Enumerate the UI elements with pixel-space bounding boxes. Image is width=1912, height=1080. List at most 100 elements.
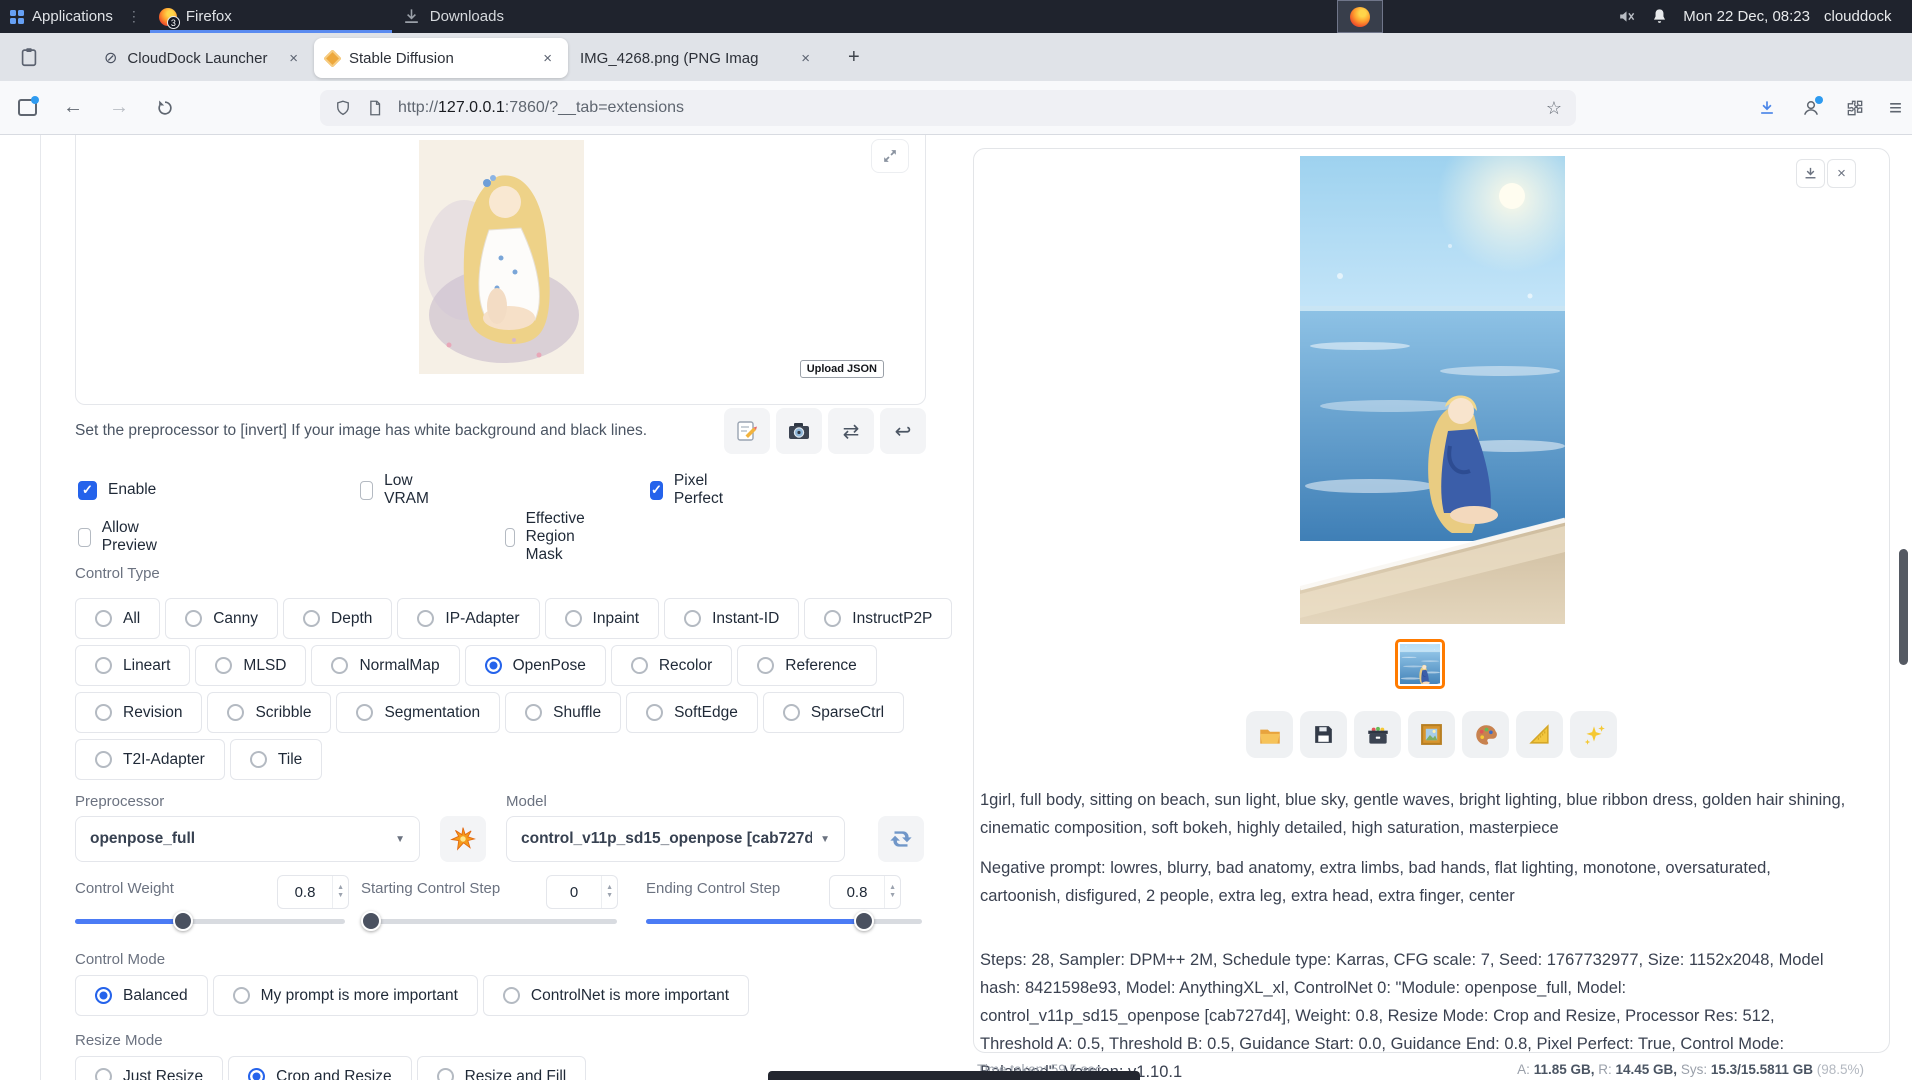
ending-step-slider[interactable] xyxy=(646,919,922,924)
upload-json-button[interactable]: Upload JSON xyxy=(800,360,884,378)
control-type-instant-id[interactable]: Instant-ID xyxy=(664,598,799,639)
control-weight-input[interactable]: 0.8 ▲▼ xyxy=(277,875,349,909)
stepper[interactable]: ▲▼ xyxy=(601,876,617,908)
slider-handle[interactable] xyxy=(361,911,381,931)
send-to-extras-button[interactable] xyxy=(1516,711,1563,758)
generated-image[interactable] xyxy=(1300,156,1565,624)
controlnet-image-upload[interactable]: Upload JSON xyxy=(75,135,926,405)
save-zip-button[interactable] xyxy=(1354,711,1401,758)
control-mode-balanced[interactable]: Balanced xyxy=(75,975,208,1016)
control-type-all[interactable]: All xyxy=(75,598,160,639)
account-button[interactable] xyxy=(1801,98,1821,118)
control-type-depth[interactable]: Depth xyxy=(283,598,392,639)
scrollbar-thumb[interactable] xyxy=(1899,549,1908,665)
control-type-lineart[interactable]: Lineart xyxy=(75,645,190,686)
taskbar-peek-bar[interactable] xyxy=(768,1071,1140,1080)
control-type-inpaint[interactable]: Inpaint xyxy=(545,598,660,639)
revert-button[interactable]: ↩ xyxy=(880,408,926,454)
negative-prompt-text[interactable]: Negative prompt: lowres, blurry, bad ana… xyxy=(980,854,1850,910)
control-type-normalmap[interactable]: NormalMap xyxy=(311,645,459,686)
stepper[interactable]: ▲▼ xyxy=(884,876,900,908)
low-vram-checkbox[interactable]: Low VRAM xyxy=(360,472,435,508)
new-tab-button[interactable]: + xyxy=(840,46,868,69)
pixel-perfect-checkbox[interactable]: ✓ Pixel Perfect xyxy=(650,472,729,508)
control-type-shuffle[interactable]: Shuffle xyxy=(505,692,621,733)
url-bar[interactable]: http://127.0.0.1:7860/?__tab=extensions … xyxy=(320,90,1576,126)
control-mode-prompt-important[interactable]: My prompt is more important xyxy=(213,975,478,1016)
back-button[interactable]: ← xyxy=(63,96,83,119)
tab-image-file[interactable]: IMG_4268.png (PNG Imag × xyxy=(568,38,826,78)
mirror-webcam-button[interactable]: ⇄ xyxy=(828,408,874,454)
resize-mode-crop-and-resize[interactable]: Crop and Resize xyxy=(228,1056,411,1080)
taskbar-firefox[interactable]: 3 Firefox xyxy=(149,0,242,33)
control-type-t2i-adapter[interactable]: T2I-Adapter xyxy=(75,739,225,780)
control-type-canny[interactable]: Canny xyxy=(165,598,278,639)
gallery-thumbnail-selected[interactable] xyxy=(1395,639,1445,689)
close-tab-icon[interactable]: × xyxy=(539,50,556,67)
control-weight-slider[interactable] xyxy=(75,919,345,924)
tab-manager-icon[interactable] xyxy=(18,46,40,68)
control-type-revision[interactable]: Revision xyxy=(75,692,202,733)
taskbar-firefox-window[interactable] xyxy=(1337,0,1383,33)
control-type-sparsectrl[interactable]: SparseCtrl xyxy=(763,692,904,733)
resize-mode-just-resize[interactable]: Just Resize xyxy=(75,1056,223,1080)
starting-step-input[interactable]: 0 ▲▼ xyxy=(546,875,618,909)
prompt-text[interactable]: 1girl, full body, sitting on beach, sun … xyxy=(980,786,1850,842)
refresh-models-button[interactable] xyxy=(878,816,924,862)
control-type-scribble[interactable]: Scribble xyxy=(207,692,331,733)
effective-region-mask-checkbox[interactable]: Effective Region Mask xyxy=(505,510,594,564)
run-preprocessor-button[interactable] xyxy=(440,816,486,862)
save-image-button[interactable] xyxy=(1300,711,1347,758)
reload-button[interactable] xyxy=(155,98,175,118)
webcam-button[interactable] xyxy=(776,408,822,454)
close-tab-icon[interactable]: × xyxy=(285,50,302,67)
slider-handle[interactable] xyxy=(173,911,193,931)
taskbar-downloads[interactable]: Downloads xyxy=(402,7,504,26)
extensions-button[interactable] xyxy=(1845,98,1865,118)
control-type-openpose[interactable]: OpenPose xyxy=(465,645,606,686)
model-dropdown[interactable]: control_v11p_sd15_openpose [cab727d4] ▼ xyxy=(506,816,845,862)
forward-button[interactable]: → xyxy=(109,96,129,119)
generation-params-text[interactable]: Steps: 28, Sampler: DPM++ 2M, Schedule t… xyxy=(980,946,1850,1080)
ending-step-input[interactable]: 0.8 ▲▼ xyxy=(829,875,901,909)
starting-step-slider[interactable] xyxy=(363,919,617,924)
download-image-button[interactable] xyxy=(1796,159,1825,188)
preprocessor-dropdown[interactable]: openpose_full ▼ xyxy=(75,816,420,862)
slider-handle[interactable] xyxy=(854,911,874,931)
open-folder-button[interactable] xyxy=(1246,711,1293,758)
shield-icon[interactable] xyxy=(334,99,352,117)
control-type-ip-adapter[interactable]: IP-Adapter xyxy=(397,598,539,639)
new-canvas-button[interactable] xyxy=(724,408,770,454)
menu-button[interactable]: ≡ xyxy=(1889,95,1902,121)
screenshot-tool-icon[interactable] xyxy=(18,99,37,116)
control-type-tile[interactable]: Tile xyxy=(230,739,322,780)
control-type-reference[interactable]: Reference xyxy=(737,645,877,686)
control-type-mlsd[interactable]: MLSD xyxy=(195,645,306,686)
bookmark-star-icon[interactable]: ☆ xyxy=(1546,98,1562,119)
allow-preview-checkbox[interactable]: Allow Preview xyxy=(78,519,163,555)
control-type-recolor[interactable]: Recolor xyxy=(611,645,732,686)
page-info-icon[interactable] xyxy=(366,99,384,117)
stepper[interactable]: ▲▼ xyxy=(332,876,348,908)
radio-icon xyxy=(503,987,520,1004)
control-type-softedge[interactable]: SoftEdge xyxy=(626,692,758,733)
close-preview-button[interactable]: × xyxy=(1827,159,1856,188)
resize-mode-resize-and-fill[interactable]: Resize and Fill xyxy=(417,1056,587,1080)
control-type-segmentation[interactable]: Segmentation xyxy=(336,692,500,733)
send-to-inpaint-button[interactable] xyxy=(1462,711,1509,758)
control-mode-controlnet-important[interactable]: ControlNet is more important xyxy=(483,975,749,1016)
send-to-img2img-button[interactable] xyxy=(1408,711,1455,758)
control-type-instructp2p[interactable]: InstructP2P xyxy=(804,598,952,639)
close-tab-icon[interactable]: × xyxy=(797,50,814,67)
enable-checkbox[interactable]: ✓ Enable xyxy=(78,481,156,500)
bell-icon[interactable] xyxy=(1650,7,1669,26)
image-expand-button[interactable] xyxy=(871,139,909,173)
mute-icon[interactable] xyxy=(1617,7,1636,26)
downloads-button[interactable] xyxy=(1757,98,1777,118)
tab-stable-diffusion[interactable]: Stable Diffusion × xyxy=(314,38,568,78)
applications-menu[interactable]: Applications xyxy=(0,8,113,25)
upscale-button[interactable] xyxy=(1570,711,1617,758)
tab-clouddock-launcher[interactable]: ⊘ CloudDock Launcher × xyxy=(92,38,314,78)
chevron-down-icon: ▼ xyxy=(820,834,830,845)
clock[interactable]: Mon 22 Dec, 08:23 xyxy=(1683,8,1810,25)
